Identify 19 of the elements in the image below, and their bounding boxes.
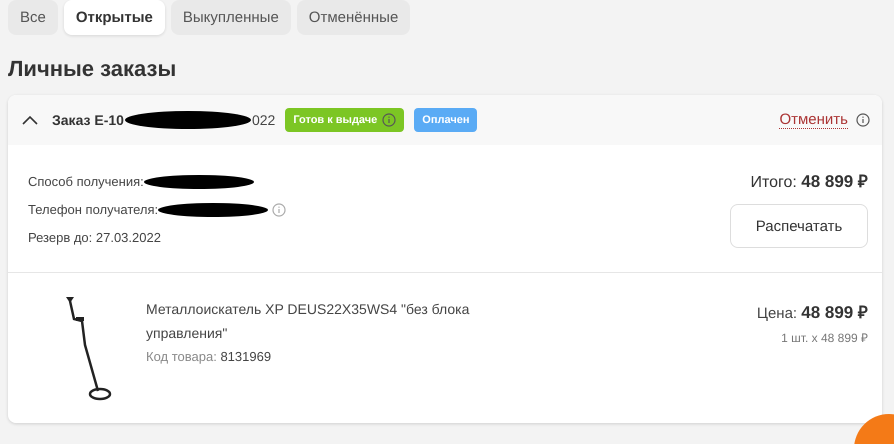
filter-tab[interactable]: Открытые — [64, 0, 165, 35]
order-total: Итого: 48 899 ₽ — [750, 171, 868, 192]
order-number: 022 — [252, 112, 276, 128]
filter-tab[interactable]: Все — [8, 0, 58, 35]
filter-tab[interactable]: Выкупленные — [170, 0, 291, 35]
badge-label: Оплачен — [422, 114, 470, 126]
filter-tab[interactable]: Отменённые — [296, 0, 410, 35]
product-price: Цена: 48 899 ₽ — [756, 302, 868, 323]
order-number: Заказ Е-10 — [52, 112, 124, 128]
cancel-link[interactable]: Отменить — [779, 111, 848, 129]
detail-label: Способ получения: — [28, 174, 144, 189]
detail-label: Телефон получателя: — [28, 202, 158, 217]
product-code: Код товара: 8131969 — [146, 348, 272, 366]
detail-label: Резерв до: 27.03.2022 — [28, 230, 161, 245]
quantity-price: 1 шт. x 48 899 ₽ — [780, 330, 868, 346]
badge-label: Готов к выдаче — [293, 114, 378, 126]
page-title: Личные заказы — [8, 55, 178, 83]
print-button[interactable]: Распечатать — [730, 204, 868, 248]
product-name[interactable]: Металлоискатель XP DEUS22X35WS4 "без блока управления" — [146, 297, 506, 345]
